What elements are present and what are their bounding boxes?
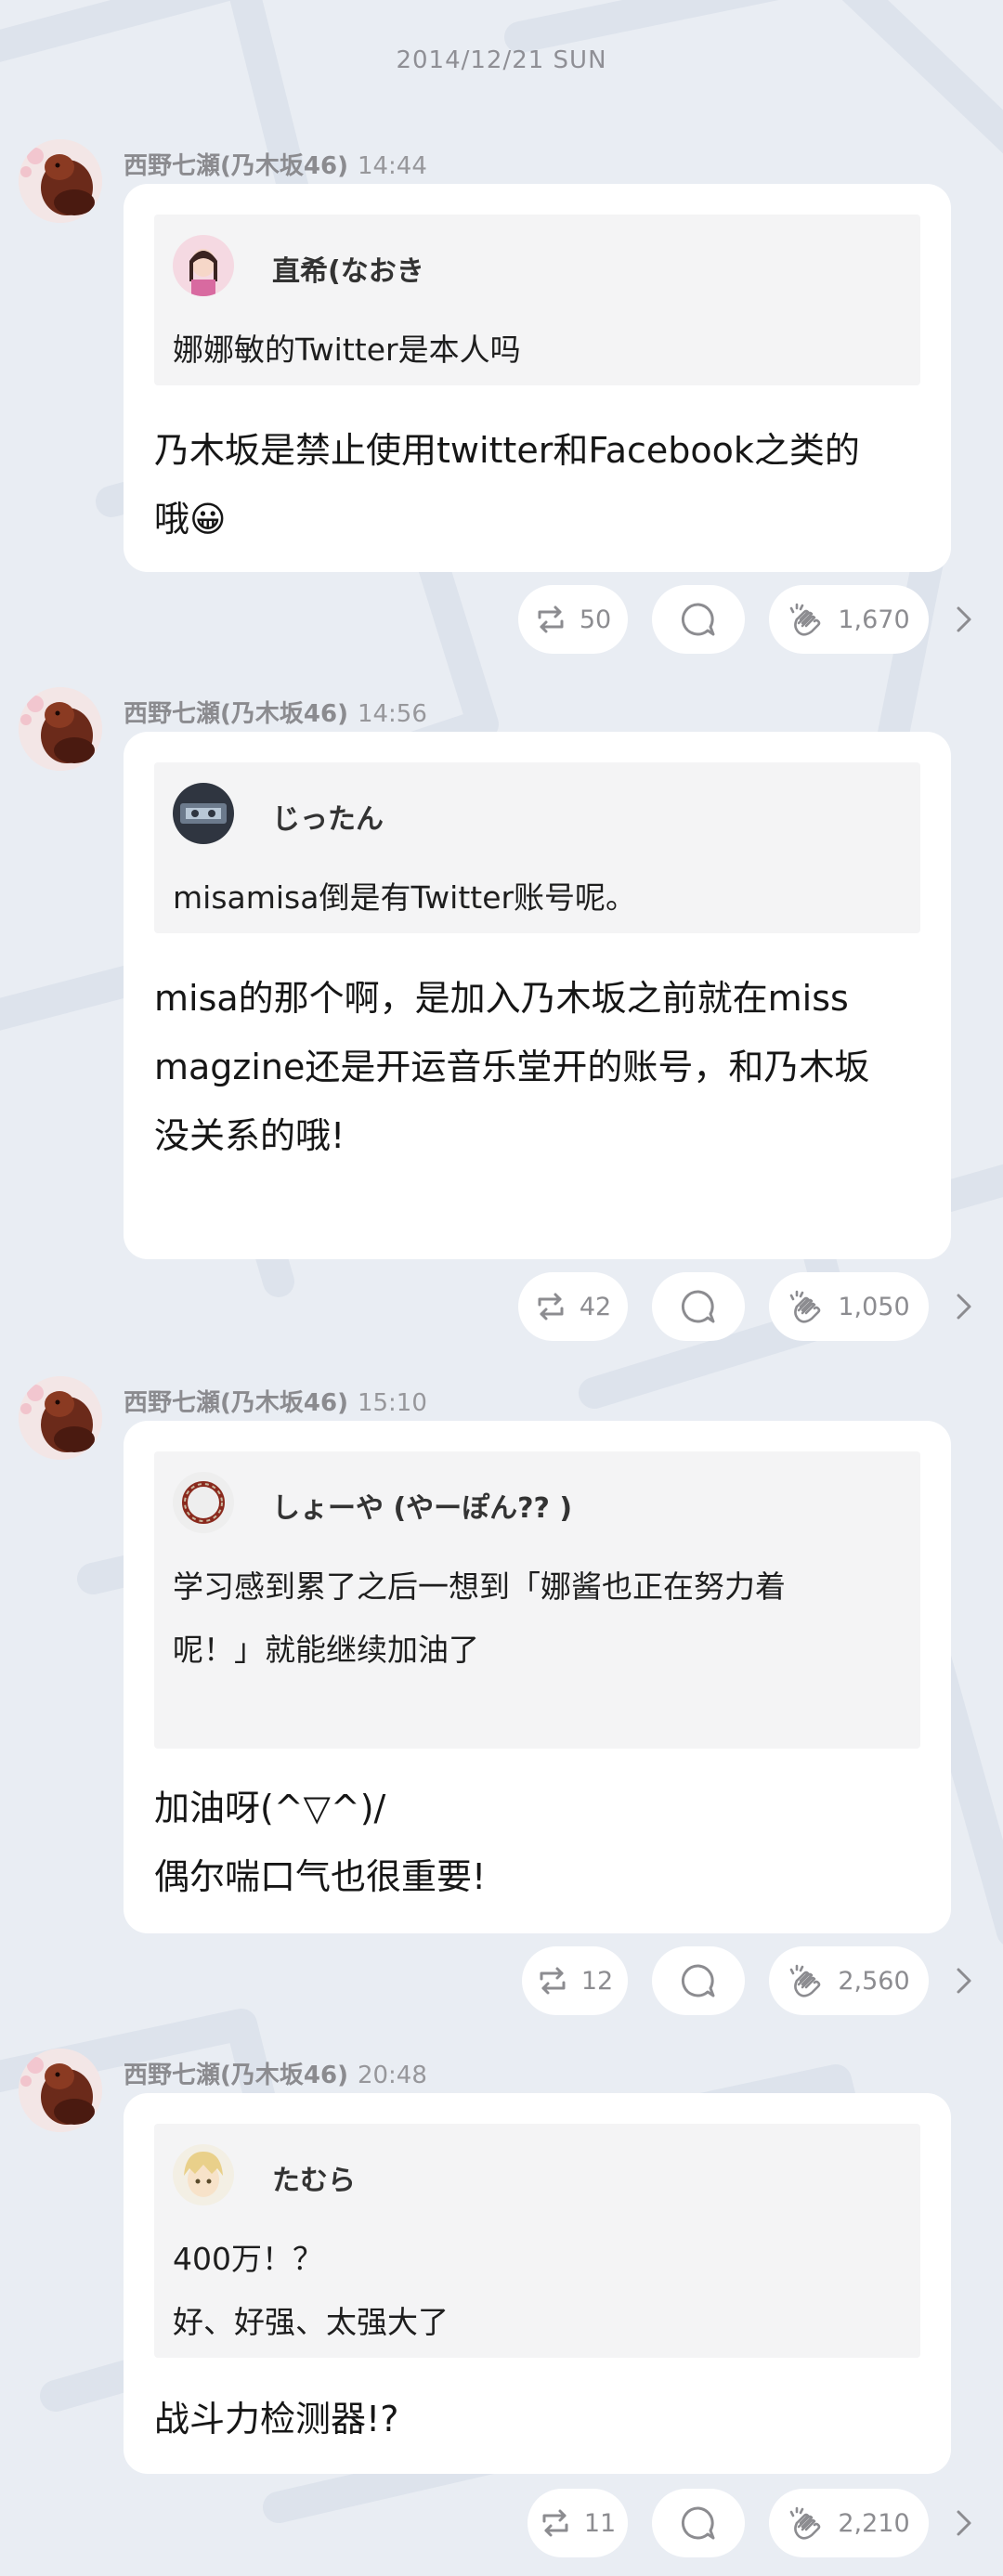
author-name[interactable]: 西野七瀬(乃木坂46)	[124, 700, 348, 728]
message-bubble[interactable]: しょーや (やーぽん?? ) 学习感到累了之后一想到「娜酱也正在努力着 呢！」就…	[124, 1421, 951, 1933]
quoted-message[interactable]: 直希(なおき 娜娜敏的Twitter是本人吗	[154, 215, 920, 385]
comment-button[interactable]	[652, 1946, 745, 2015]
message-time: 20:48	[357, 2062, 427, 2089]
quote-text: 400万！？ 好、好强、太强大了	[173, 2241, 449, 2340]
author-name[interactable]: 西野七瀬(乃木坂46)	[124, 2062, 348, 2089]
retweet-count: 42	[579, 1292, 612, 1321]
quote-avatar	[173, 1472, 234, 1533]
message-bubble[interactable]: たむら 400万！？ 好、好强、太强大了 战斗力检测器!?	[124, 2093, 951, 2474]
message-bubble[interactable]: 直希(なおき 娜娜敏的Twitter是本人吗 乃木坂是禁止使用twitter和F…	[124, 184, 951, 572]
quote-author-name: たむら	[272, 2165, 356, 2197]
author-avatar-image	[19, 687, 102, 771]
quote-author-name: 直希(なおき	[272, 255, 424, 288]
quote-avatar	[173, 235, 234, 296]
quote-avatar	[173, 783, 234, 844]
author-avatar-image	[19, 2049, 102, 2132]
message-time: 14:56	[357, 700, 427, 728]
quote-avatar	[173, 2144, 234, 2205]
clap-count: 1,670	[838, 605, 910, 634]
comment-button[interactable]	[652, 1272, 745, 1341]
message-actions: 50 1,670	[0, 585, 1003, 654]
retweet-icon	[540, 1967, 566, 1995]
comment-icon	[681, 603, 715, 636]
chevron-right-icon[interactable]	[953, 2506, 975, 2540]
clap-button[interactable]: 2,560	[769, 1946, 929, 2015]
quote-text: 娜娜敏的Twitter是本人吗	[173, 332, 521, 368]
chevron-right-icon[interactable]	[953, 1964, 975, 1997]
clap-button[interactable]: 2,210	[769, 2489, 929, 2557]
clap-icon	[790, 1964, 821, 1997]
reply-text: 乃木坂是禁止使用twitter和Facebook之类的 哦😀	[154, 430, 860, 540]
reply-text: 加油呀(^▽^)/ 偶尔喘口气也很重要!	[154, 1788, 487, 1897]
author-avatar[interactable]	[19, 1376, 102, 1460]
clap-button[interactable]: 1,050	[769, 1272, 929, 1341]
author-avatar-image	[19, 139, 102, 223]
message-meta: 西野七瀬(乃木坂46) 14:44	[124, 147, 427, 181]
message-meta: 西野七瀬(乃木坂46) 15:10	[124, 1384, 427, 1418]
quote-author-name: じったん	[272, 803, 384, 836]
retweet-button[interactable]: 50	[518, 585, 628, 654]
author-name[interactable]: 西野七瀬(乃木坂46)	[124, 1389, 348, 1417]
retweet-button[interactable]: 12	[522, 1946, 628, 2015]
retweet-count: 12	[580, 1966, 614, 1996]
clap-icon	[790, 2506, 821, 2540]
author-avatar[interactable]	[19, 2049, 102, 2132]
retweet-icon	[538, 605, 564, 633]
message-actions: 11 2,210	[0, 2489, 1003, 2557]
retweet-icon	[538, 1293, 564, 1321]
retweet-button[interactable]: 11	[528, 2489, 628, 2557]
message-meta: 西野七瀬(乃木坂46) 20:48	[124, 2056, 427, 2090]
comment-button[interactable]	[652, 2489, 745, 2557]
author-avatar-image	[19, 1376, 102, 1460]
reply-text: 战斗力检测器!?	[154, 2399, 399, 2439]
clap-icon	[790, 603, 821, 636]
author-name[interactable]: 西野七瀬(乃木坂46)	[124, 152, 348, 180]
clap-count: 2,560	[838, 1966, 910, 1996]
comment-button[interactable]	[652, 585, 745, 654]
quoted-message[interactable]: たむら 400万！？ 好、好强、太强大了	[154, 2124, 920, 2358]
retweet-count: 11	[583, 2508, 617, 2538]
clap-count: 2,210	[838, 2508, 910, 2538]
message-bubble[interactable]: じったん misamisa倒是有Twitter账号呢。 misa的那个啊，是加入…	[124, 732, 951, 1259]
retweet-button[interactable]: 42	[518, 1272, 628, 1341]
comment-icon	[681, 2506, 715, 2540]
message-time: 15:10	[357, 1389, 427, 1417]
quote-author-name: しょーや (やーぽん?? )	[272, 1492, 573, 1525]
quote-text: 学习感到累了之后一想到「娜酱也正在努力着 呢！」就能继续加油了	[173, 1568, 786, 1668]
retweet-icon	[542, 2509, 568, 2537]
message-actions: 42 1,050	[0, 1272, 1003, 1341]
clap-button[interactable]: 1,670	[769, 585, 929, 654]
quote-text: misamisa倒是有Twitter账号呢。	[173, 879, 637, 916]
message-meta: 西野七瀬(乃木坂46) 14:56	[124, 695, 427, 729]
message-time: 14:44	[357, 152, 427, 180]
reply-text: misa的那个啊，是加入乃木坂之前就在miss magzine还是开运音乐堂开的…	[154, 978, 870, 1156]
retweet-count: 50	[579, 605, 612, 634]
comment-icon	[681, 1964, 715, 1997]
comment-icon	[681, 1290, 715, 1323]
quoted-message[interactable]: じったん misamisa倒是有Twitter账号呢。	[154, 762, 920, 933]
chevron-right-icon[interactable]	[953, 1290, 975, 1323]
author-avatar[interactable]	[19, 139, 102, 223]
date-header: 2014/12/21 SUN	[396, 46, 607, 74]
author-avatar[interactable]	[19, 687, 102, 771]
quoted-message[interactable]: しょーや (やーぽん?? ) 学习感到累了之后一想到「娜酱也正在努力着 呢！」就…	[154, 1451, 920, 1749]
clap-icon	[790, 1290, 821, 1323]
message-actions: 12 2,560	[0, 1946, 1003, 2015]
chevron-right-icon[interactable]	[953, 603, 975, 636]
clap-count: 1,050	[838, 1292, 910, 1321]
